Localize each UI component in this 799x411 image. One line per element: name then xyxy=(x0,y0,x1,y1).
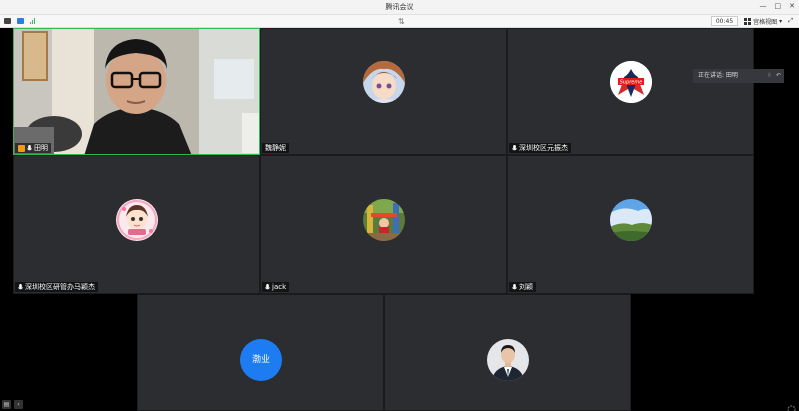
microphone-icon xyxy=(512,145,517,151)
camera-feed xyxy=(14,29,259,154)
host-icon xyxy=(18,144,25,152)
participant-name: jack xyxy=(272,283,287,291)
participant-name-tag: 田明 xyxy=(15,143,51,153)
participant-name: 魏静妮 xyxy=(265,144,286,152)
initials-avatar: 渤业 xyxy=(240,339,282,381)
toolbar-left-icons xyxy=(4,18,35,24)
meeting-window: 腾讯会议 — □ ✕ ⇅ 00:45 宫格视图 ▾ ⤢ 田明 魏静妮 Supre… xyxy=(0,0,799,411)
participant-name-tag: 魏静妮 xyxy=(262,143,289,153)
info-icon[interactable] xyxy=(4,18,11,24)
participant-avatar xyxy=(487,339,529,381)
speaking-indicator: 正在讲话: 田明 ✌ ↶ xyxy=(693,69,784,83)
video-tile-mayingjie[interactable]: 深圳校区研管办马颖杰 xyxy=(13,155,260,294)
grid-view-label: 宫格视图 xyxy=(753,18,778,26)
grid-view-button[interactable]: 宫格视图 ▾ xyxy=(744,17,782,26)
top-toolbar: ⇅ 00:45 宫格视图 ▾ ⤢ xyxy=(0,15,799,28)
participant-avatar xyxy=(363,61,405,103)
participant-name-tag: 刘颖 xyxy=(509,282,536,292)
video-tile-initials[interactable]: 渤业 xyxy=(137,294,384,411)
speaking-actions: ✌ ↶ xyxy=(767,69,781,83)
minimize-icon[interactable]: — xyxy=(760,2,767,10)
toolbar-right: 00:45 宫格视图 ▾ ⤢ xyxy=(710,16,793,26)
chevron-left-icon[interactable]: ‹ xyxy=(14,400,23,409)
participant-avatar xyxy=(363,199,405,241)
speaking-label: 正在讲话: 田明 xyxy=(698,72,738,79)
participant-avatar: Supreme xyxy=(610,61,652,103)
chat-icon[interactable]: ▤ xyxy=(2,400,11,409)
bottom-left-controls: ▤ ‹ xyxy=(2,400,23,409)
video-tile-suit[interactable] xyxy=(384,294,631,411)
meeting-timer: 00:45 xyxy=(710,16,739,26)
video-tile-jack[interactable]: jack xyxy=(260,155,507,294)
video-tile-weijingni[interactable]: 魏静妮 xyxy=(260,28,507,155)
grid-icon xyxy=(744,17,752,25)
svg-text:Supreme: Supreme xyxy=(620,80,643,86)
video-tile-tianming[interactable]: 田明 xyxy=(13,28,260,155)
emoji-icon[interactable]: ✌ xyxy=(767,69,772,83)
video-grid: 田明 魏静妮 Supreme 深圳校区元振杰 正在讲话: 田明 ✌ ↶ 深圳校区… xyxy=(0,28,799,411)
microphone-icon xyxy=(18,284,23,290)
participant-name: 刘颖 xyxy=(519,283,533,291)
participant-avatar xyxy=(116,199,158,241)
video-tile-liuying[interactable]: 刘颖 xyxy=(507,155,754,294)
microphone-icon xyxy=(27,145,32,151)
window-controls: — □ ✕ xyxy=(760,2,796,10)
participant-name: 深圳校区元振杰 xyxy=(519,144,568,152)
participant-name-tag: 深圳校区研管办马颖杰 xyxy=(15,282,98,292)
title-bar: 腾讯会议 — □ ✕ xyxy=(0,0,799,15)
participant-avatar xyxy=(610,199,652,241)
close-icon[interactable]: ✕ xyxy=(789,2,795,10)
window-title: 腾讯会议 xyxy=(385,3,414,11)
signal-icon[interactable] xyxy=(30,18,35,24)
collapse-icon[interactable]: ↶ xyxy=(776,69,781,83)
participant-name-tag: jack xyxy=(262,282,290,292)
participant-name: 田明 xyxy=(34,144,48,152)
video-tile-yuanzhenjie[interactable]: Supreme 深圳校区元振杰 xyxy=(507,28,754,155)
shield-icon[interactable] xyxy=(17,18,24,24)
maximize-icon[interactable]: □ xyxy=(775,2,782,10)
participant-name-tag: 深圳校区元振杰 xyxy=(509,143,571,153)
bottom-right-indicator xyxy=(787,399,796,411)
microphone-icon xyxy=(265,284,270,290)
participant-name: 深圳校区研管办马颖杰 xyxy=(25,283,95,291)
chevron-down-icon: ▾ xyxy=(779,17,783,25)
fullscreen-icon[interactable]: ⤢ xyxy=(788,17,793,25)
microphone-icon xyxy=(512,284,517,290)
drag-handle-icon[interactable]: ⇅ xyxy=(398,17,405,26)
